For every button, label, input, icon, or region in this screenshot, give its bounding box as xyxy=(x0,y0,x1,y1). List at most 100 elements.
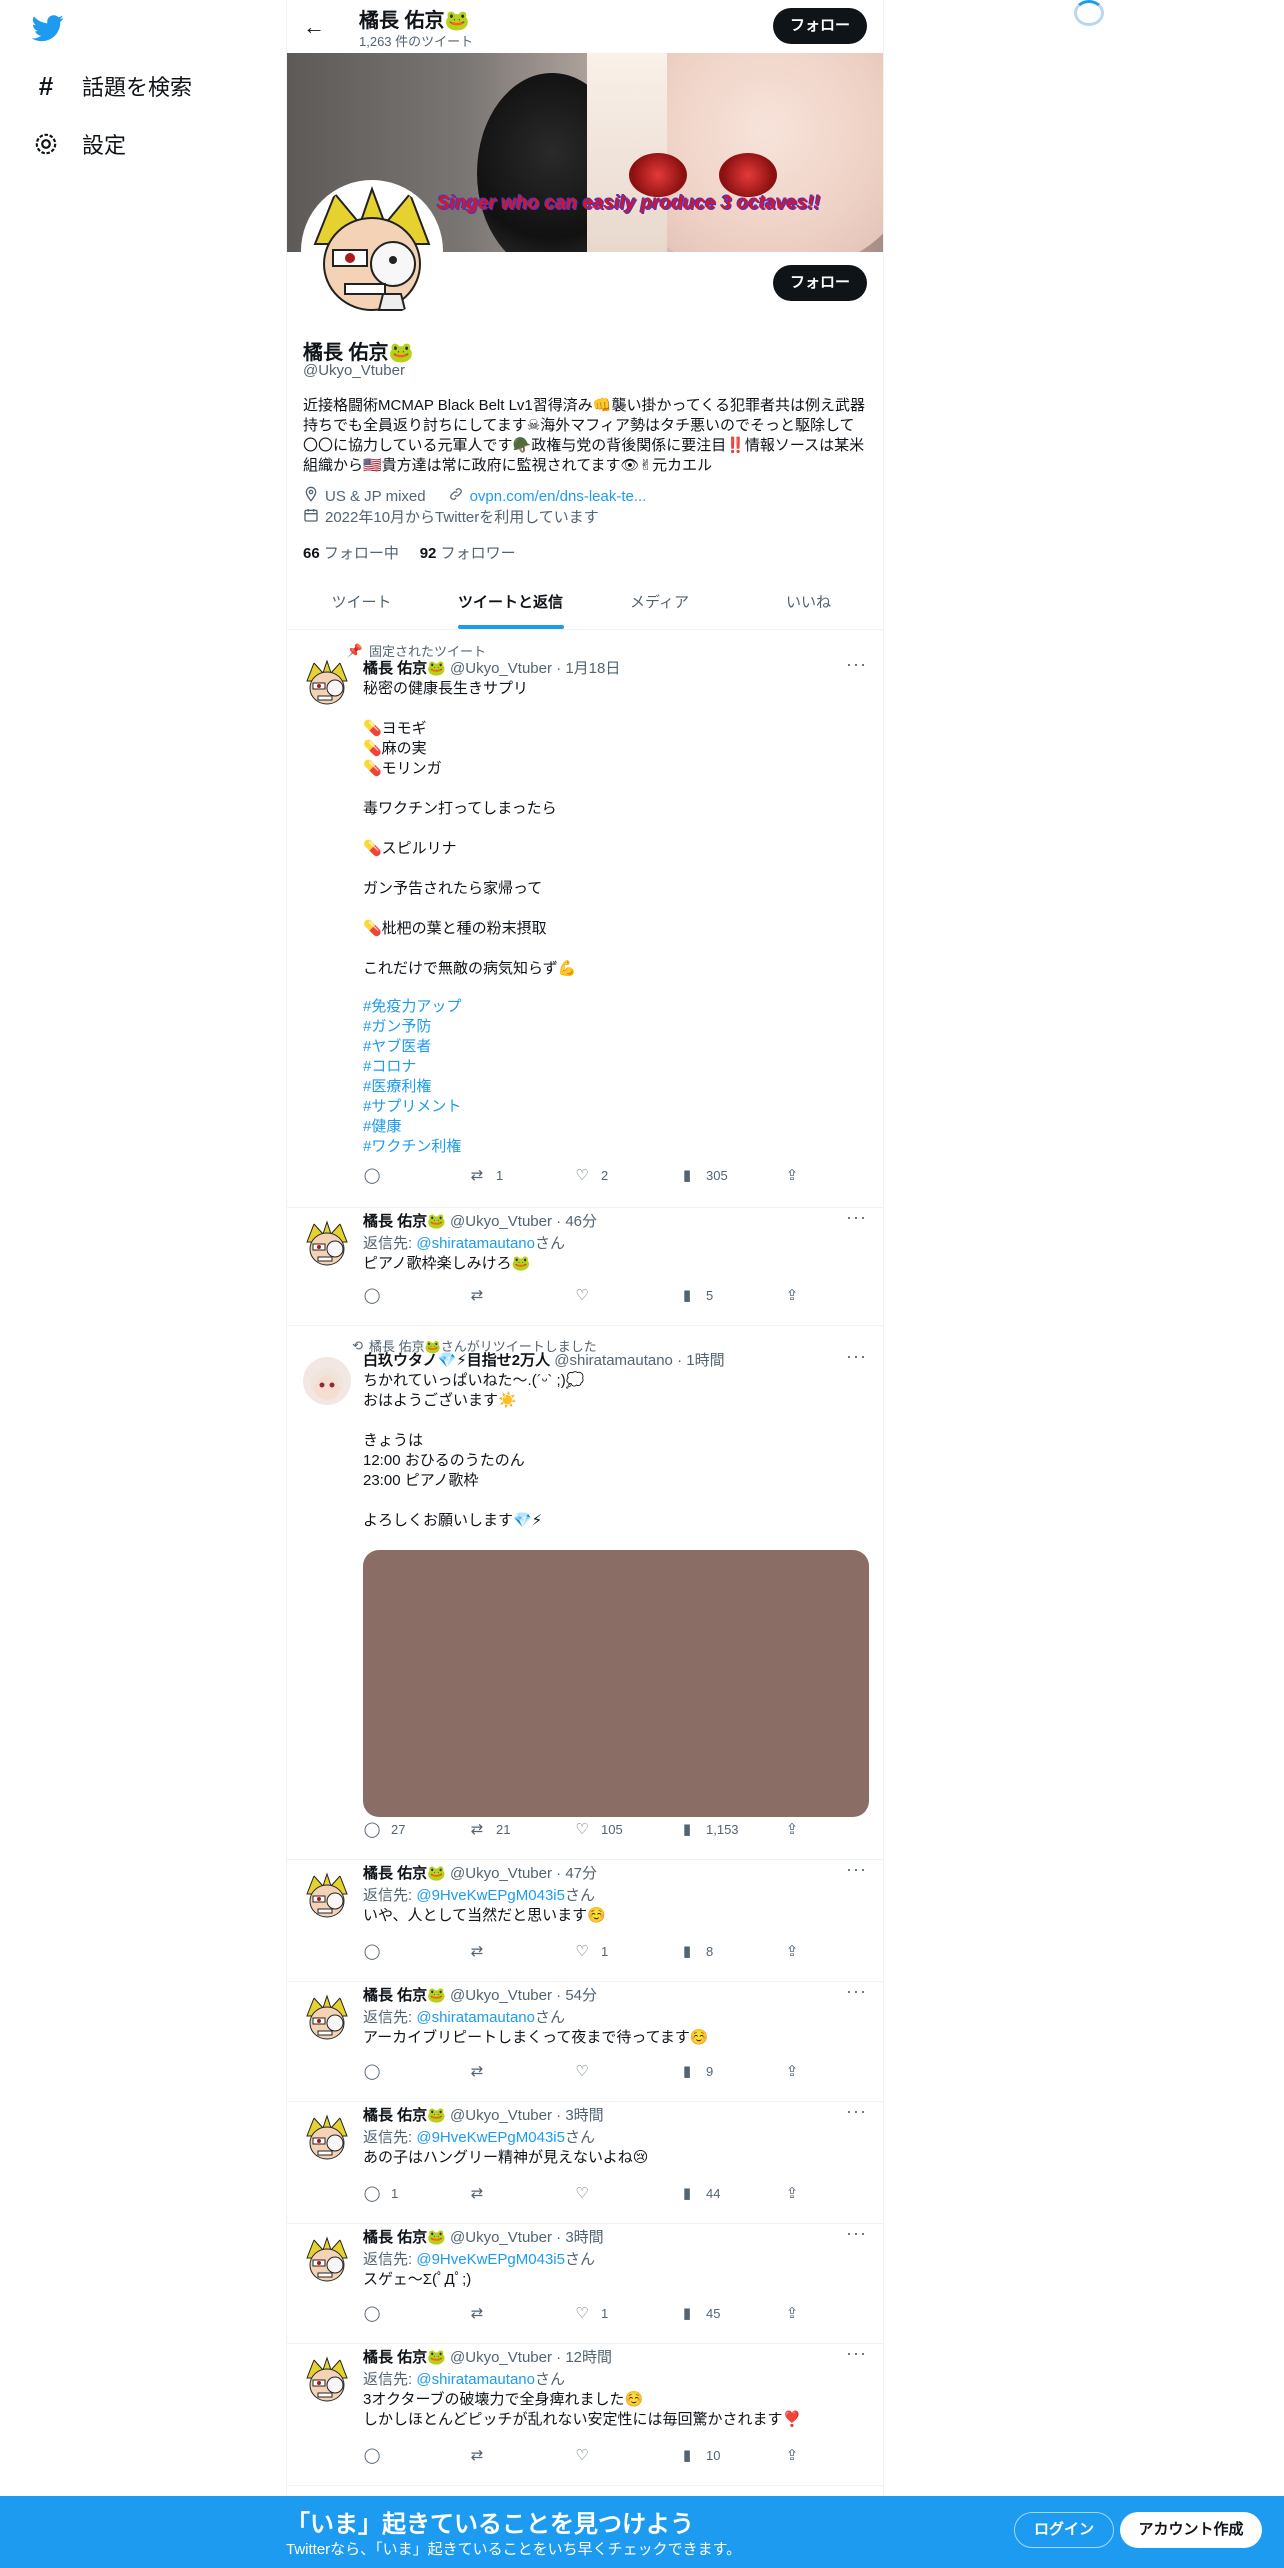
tweet-author-handle[interactable]: @Ukyo_Vtuber xyxy=(450,2229,552,2246)
header-follow-button[interactable]: フォロー xyxy=(773,8,867,44)
more-icon[interactable]: ··· xyxy=(846,1981,867,2002)
back-arrow-icon[interactable]: ← xyxy=(301,14,327,40)
reply-to-handle[interactable]: @9HveKwEPgM043i5 xyxy=(416,1887,565,1904)
tweet-author-name[interactable]: 橘長 佑京🐸 xyxy=(363,1987,446,2004)
twitter-bird-icon[interactable] xyxy=(30,12,66,44)
tweet-avatar[interactable] xyxy=(303,1994,351,2042)
views-button[interactable]: ▮ 9 xyxy=(678,2061,768,2081)
more-icon[interactable]: ··· xyxy=(846,1207,867,1228)
share-button[interactable]: ⇪ xyxy=(783,2445,803,2465)
following-link[interactable]: 66 フォロー中 xyxy=(303,545,399,562)
retweet-button[interactable]: ⇄ 1 xyxy=(468,1165,558,1185)
login-button[interactable]: ログイン xyxy=(1014,2512,1114,2548)
reply-button[interactable]: ◯ 27 xyxy=(363,1819,453,1839)
retweet-button[interactable]: ⇄ xyxy=(468,2183,558,2203)
views-button[interactable]: ▮ 44 xyxy=(678,2183,768,2203)
share-button[interactable]: ⇪ xyxy=(783,2303,803,2323)
views-button[interactable]: ▮ 5 xyxy=(678,1285,768,1305)
like-button[interactable]: ♡ xyxy=(573,2061,663,2081)
like-button[interactable]: ♡ 2 xyxy=(573,1165,663,1185)
tweet-author-name[interactable]: 橘長 佑京🐸 xyxy=(363,2229,446,2246)
more-icon[interactable]: ··· xyxy=(846,2343,867,2364)
tweet[interactable]: 橘長 佑京🐸 @Ukyo_Vtuber · 12時間 ··· 返信先: @shir… xyxy=(287,2343,883,2486)
tweet-author-name[interactable]: 橘長 佑京🐸 xyxy=(363,2349,446,2366)
views-button[interactable]: ▮ 8 xyxy=(678,1941,768,1961)
hashtag-link[interactable]: #ヤブ医者 xyxy=(363,1037,863,1057)
tweet[interactable]: 橘長 佑京🐸 @Ukyo_Vtuber · 3時間 ··· 返信先: @9HveK… xyxy=(287,2223,883,2344)
tweet-author-handle[interactable]: @Ukyo_Vtuber xyxy=(450,1987,552,2004)
tweet-time[interactable]: 3時間 xyxy=(565,2107,603,2124)
tweet[interactable]: 橘長 佑京🐸 @Ukyo_Vtuber · 3時間 ··· 返信先: @9HveK… xyxy=(287,2101,883,2224)
tab-media[interactable]: メディア xyxy=(585,576,734,629)
tweet-author-name[interactable]: 橘長 佑京🐸 xyxy=(363,1213,446,1230)
retweet-button[interactable]: ⇄ xyxy=(468,1941,558,1961)
tweet-author-handle[interactable]: @Ukyo_Vtuber xyxy=(450,1213,552,1230)
tweet-avatar[interactable] xyxy=(303,1872,351,1920)
tweet-author-handle[interactable]: @Ukyo_Vtuber xyxy=(450,1865,552,1882)
more-icon[interactable]: ··· xyxy=(846,1346,867,1367)
views-button[interactable]: ▮ 1,153 xyxy=(678,1819,768,1839)
hashtag-link[interactable]: #ガン予防 xyxy=(363,1017,863,1037)
profile-url[interactable]: ovpn.com/en/dns-leak-te... xyxy=(470,488,647,505)
profile-avatar[interactable] xyxy=(301,180,443,322)
tweet-time[interactable]: 3時間 xyxy=(565,2229,603,2246)
reply-button[interactable]: ◯ xyxy=(363,2445,453,2465)
tweet-author-name[interactable]: 橘長 佑京🐸 xyxy=(363,660,446,677)
tweet[interactable]: 橘長 佑京🐸 @Ukyo_Vtuber · 47分 ··· 返信先: @9HveK… xyxy=(287,1859,883,1982)
like-button[interactable]: ♡ xyxy=(573,1285,663,1305)
tweet-avatar[interactable] xyxy=(303,2114,351,2162)
reply-button[interactable]: ◯ xyxy=(363,2303,453,2323)
more-icon[interactable]: ··· xyxy=(846,1859,867,1880)
tweet-time[interactable]: 1月18日 xyxy=(565,660,620,677)
tweet-author-name[interactable]: 橘長 佑京🐸 xyxy=(363,2107,446,2124)
hashtag-link[interactable]: #コロナ xyxy=(363,1057,863,1077)
views-button[interactable]: ▮ 305 xyxy=(678,1165,768,1185)
tweet-author-handle[interactable]: @shiratamautano xyxy=(554,1352,673,1369)
share-button[interactable]: ⇪ xyxy=(783,1285,803,1305)
tweet-avatar[interactable] xyxy=(303,2356,351,2404)
signup-button[interactable]: アカウント作成 xyxy=(1120,2512,1262,2548)
reply-to-handle[interactable]: @9HveKwEPgM043i5 xyxy=(416,2251,565,2268)
tweet-time[interactable]: 1時間 xyxy=(686,1352,724,1369)
profile-follow-button[interactable]: フォロー xyxy=(773,265,867,301)
more-icon[interactable]: ··· xyxy=(846,654,867,675)
like-button[interactable]: ♡ 1 xyxy=(573,1941,663,1961)
tab-tweets-and-replies[interactable]: ツイートと返信 xyxy=(436,576,585,629)
like-button[interactable]: ♡ 1 xyxy=(573,2303,663,2323)
followers-link[interactable]: 92 フォロワー xyxy=(420,545,516,562)
share-button[interactable]: ⇪ xyxy=(783,1819,803,1839)
tweet[interactable]: 橘長 佑京🐸 @Ukyo_Vtuber · 46分 ··· 返信先: @shira… xyxy=(287,1207,883,1326)
reply-to-handle[interactable]: @shiratamautano xyxy=(416,1235,535,1252)
tweet-author-name[interactable]: 白玖ウタノ💎⚡目指せ2万人 xyxy=(363,1352,550,1369)
reply-to-handle[interactable]: @shiratamautano xyxy=(416,2009,535,2026)
like-button[interactable]: ♡ xyxy=(573,2183,663,2203)
retweet-button[interactable]: ⇄ xyxy=(468,2061,558,2081)
tweet-media-image[interactable] xyxy=(363,1550,869,1817)
more-icon[interactable]: ··· xyxy=(846,2223,867,2244)
hashtag-link[interactable]: #サプリメント xyxy=(363,1097,863,1117)
reply-button[interactable]: ◯ xyxy=(363,1165,453,1185)
tweet-time[interactable]: 12時間 xyxy=(565,2349,612,2366)
share-button[interactable]: ⇪ xyxy=(783,2183,803,2203)
reply-to-handle[interactable]: @9HveKwEPgM043i5 xyxy=(416,2129,565,2146)
like-button[interactable]: ♡ xyxy=(573,2445,663,2465)
hashtag-link[interactable]: #免疫力アップ xyxy=(363,997,863,1017)
tweet-avatar[interactable] xyxy=(303,1220,351,1268)
retweet-button[interactable]: ⇄ xyxy=(468,2445,558,2465)
tweet-time[interactable]: 46分 xyxy=(565,1213,597,1230)
tweet-avatar[interactable] xyxy=(303,2236,351,2284)
tab-tweets[interactable]: ツイート xyxy=(287,576,436,629)
hashtag-link[interactable]: #ワクチン利権 xyxy=(363,1137,863,1157)
tweet-avatar[interactable] xyxy=(303,1357,351,1405)
tweet-author-name[interactable]: 橘長 佑京🐸 xyxy=(363,1865,446,1882)
views-button[interactable]: ▮ 45 xyxy=(678,2303,768,2323)
retweet-button[interactable]: ⇄ xyxy=(468,2303,558,2323)
reply-button[interactable]: ◯ xyxy=(363,2061,453,2081)
reply-button[interactable]: ◯ 1 xyxy=(363,2183,453,2203)
tweet-author-handle[interactable]: @Ukyo_Vtuber xyxy=(450,2107,552,2124)
tweet-author-handle[interactable]: @Ukyo_Vtuber xyxy=(450,2349,552,2366)
retweet-button[interactable]: ⇄ 21 xyxy=(468,1819,558,1839)
share-button[interactable]: ⇪ xyxy=(783,2061,803,2081)
tweet[interactable]: 橘長 佑京🐸 @Ukyo_Vtuber · 54分 ··· 返信先: @shira… xyxy=(287,1981,883,2102)
hashtag-link[interactable]: #医療利権 xyxy=(363,1077,863,1097)
